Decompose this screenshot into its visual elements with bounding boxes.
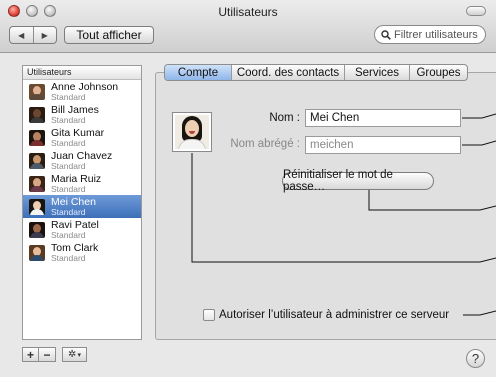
tab-groups[interactable]: Groupes: [409, 65, 467, 80]
show-all-button[interactable]: Tout afficher: [64, 26, 154, 44]
back-arrow-icon: ◀: [18, 30, 25, 40]
avatar-body: [30, 162, 44, 169]
tab-services[interactable]: Services: [344, 65, 409, 80]
user-name: Tom Clark: [51, 241, 99, 254]
avatar-body: [30, 231, 44, 238]
help-button[interactable]: ?: [466, 349, 485, 368]
search-icon: [381, 29, 391, 40]
tab-account[interactable]: Compte: [165, 65, 231, 80]
search-field[interactable]: [374, 25, 486, 44]
user-avatar: [29, 244, 45, 261]
users-list: Utilisateurs Anne Johnson Standard Bill Ja…: [22, 65, 142, 340]
user-info: Bill James Standard: [51, 103, 99, 125]
tab-bar: Compte Coord. des contacts Services Grou…: [164, 64, 468, 81]
user-photo[interactable]: [172, 112, 212, 152]
avatar-body: [30, 116, 44, 123]
tab-contact-info[interactable]: Coord. des contacts: [231, 65, 344, 80]
user-name: Bill James: [51, 103, 99, 116]
user-row[interactable]: Maria Ruiz Standard: [23, 172, 141, 195]
user-info: Gita Kumar Standard: [51, 126, 105, 148]
user-role: Standard: [51, 183, 86, 194]
chevron-down-icon: ▾: [77, 351, 81, 359]
user-avatar: [29, 198, 45, 215]
avatar-body: [30, 254, 44, 261]
user-avatar: [29, 129, 45, 146]
user-row[interactable]: Tom Clark Standard: [23, 241, 141, 264]
user-portrait: [175, 115, 209, 149]
search-input[interactable]: [394, 28, 480, 41]
users-list-header: Utilisateurs: [23, 66, 141, 80]
remove-user-button[interactable]: −: [39, 347, 56, 362]
add-user-button[interactable]: +: [22, 347, 39, 362]
user-role: Standard: [51, 91, 86, 102]
gear-icon: ✲: [68, 349, 77, 360]
reset-password-button[interactable]: Réinitialiser le mot de passe…: [282, 169, 434, 193]
forward-arrow-icon: ▶: [41, 30, 48, 40]
forward-button[interactable]: ▶: [32, 27, 57, 43]
user-name: Juan Chavez: [51, 149, 113, 162]
user-info: Juan Chavez Standard: [51, 149, 113, 171]
avatar-body: [30, 185, 44, 192]
user-avatar: [29, 175, 45, 192]
admin-checkbox-label: Autoriser l’utilisateur à administrer ce…: [219, 309, 450, 321]
list-actions: + − ✲ ▾: [22, 347, 87, 362]
user-row[interactable]: Ravi Patel Standard: [23, 218, 141, 241]
user-avatar: [29, 152, 45, 169]
user-role: Standard: [51, 229, 86, 240]
user-avatar: [29, 221, 45, 238]
user-name: Gita Kumar: [51, 126, 105, 139]
back-button[interactable]: ◀: [10, 27, 33, 43]
nav-back-forward: ◀ ▶: [9, 26, 57, 44]
user-role: Standard: [51, 252, 86, 263]
avatar-body: [30, 208, 44, 215]
user-role: Standard: [51, 206, 86, 217]
avatar-body: [30, 139, 44, 146]
name-label: Nom :: [269, 112, 300, 124]
user-row[interactable]: Gita Kumar Standard: [23, 126, 141, 149]
user-row[interactable]: Juan Chavez Standard: [23, 149, 141, 172]
user-info: Ravi Patel Standard: [51, 218, 99, 240]
name-field[interactable]: Mei Chen: [305, 109, 461, 127]
user-avatar: [29, 83, 45, 100]
window-title: Utilisateurs: [218, 5, 278, 19]
user-row[interactable]: Bill James Standard: [23, 103, 141, 126]
user-role: Standard: [51, 137, 86, 148]
toolbar-toggle-button[interactable]: [466, 6, 486, 16]
user-info: Maria Ruiz Standard: [51, 172, 102, 194]
user-name: Anne Johnson: [51, 80, 119, 93]
short-name-field[interactable]: meichen: [305, 136, 461, 154]
user-row[interactable]: Mei Chen Standard: [23, 195, 141, 218]
user-info: Tom Clark Standard: [51, 241, 99, 263]
user-info: Mei Chen Standard: [51, 195, 96, 217]
user-rows: Anne Johnson Standard Bill James Standard Gi…: [23, 80, 141, 264]
user-name: Ravi Patel: [51, 218, 99, 231]
user-row[interactable]: Anne Johnson Standard: [23, 80, 141, 103]
action-menu-button[interactable]: ✲ ▾: [62, 347, 87, 362]
short-name-label: Nom abrégé :: [230, 138, 300, 150]
admin-checkbox[interactable]: [203, 309, 215, 321]
avatar-body: [30, 93, 44, 100]
user-info: Anne Johnson Standard: [51, 80, 119, 102]
user-name: Mei Chen: [51, 195, 96, 208]
user-name: Maria Ruiz: [51, 172, 102, 185]
user-avatar: [29, 106, 45, 123]
user-role: Standard: [51, 114, 86, 125]
admin-checkbox-row[interactable]: Autoriser l’utilisateur à administrer ce…: [203, 309, 449, 321]
user-role: Standard: [51, 160, 86, 171]
window-toolbar: Utilisateurs ◀ ▶ Tout afficher: [0, 0, 496, 53]
